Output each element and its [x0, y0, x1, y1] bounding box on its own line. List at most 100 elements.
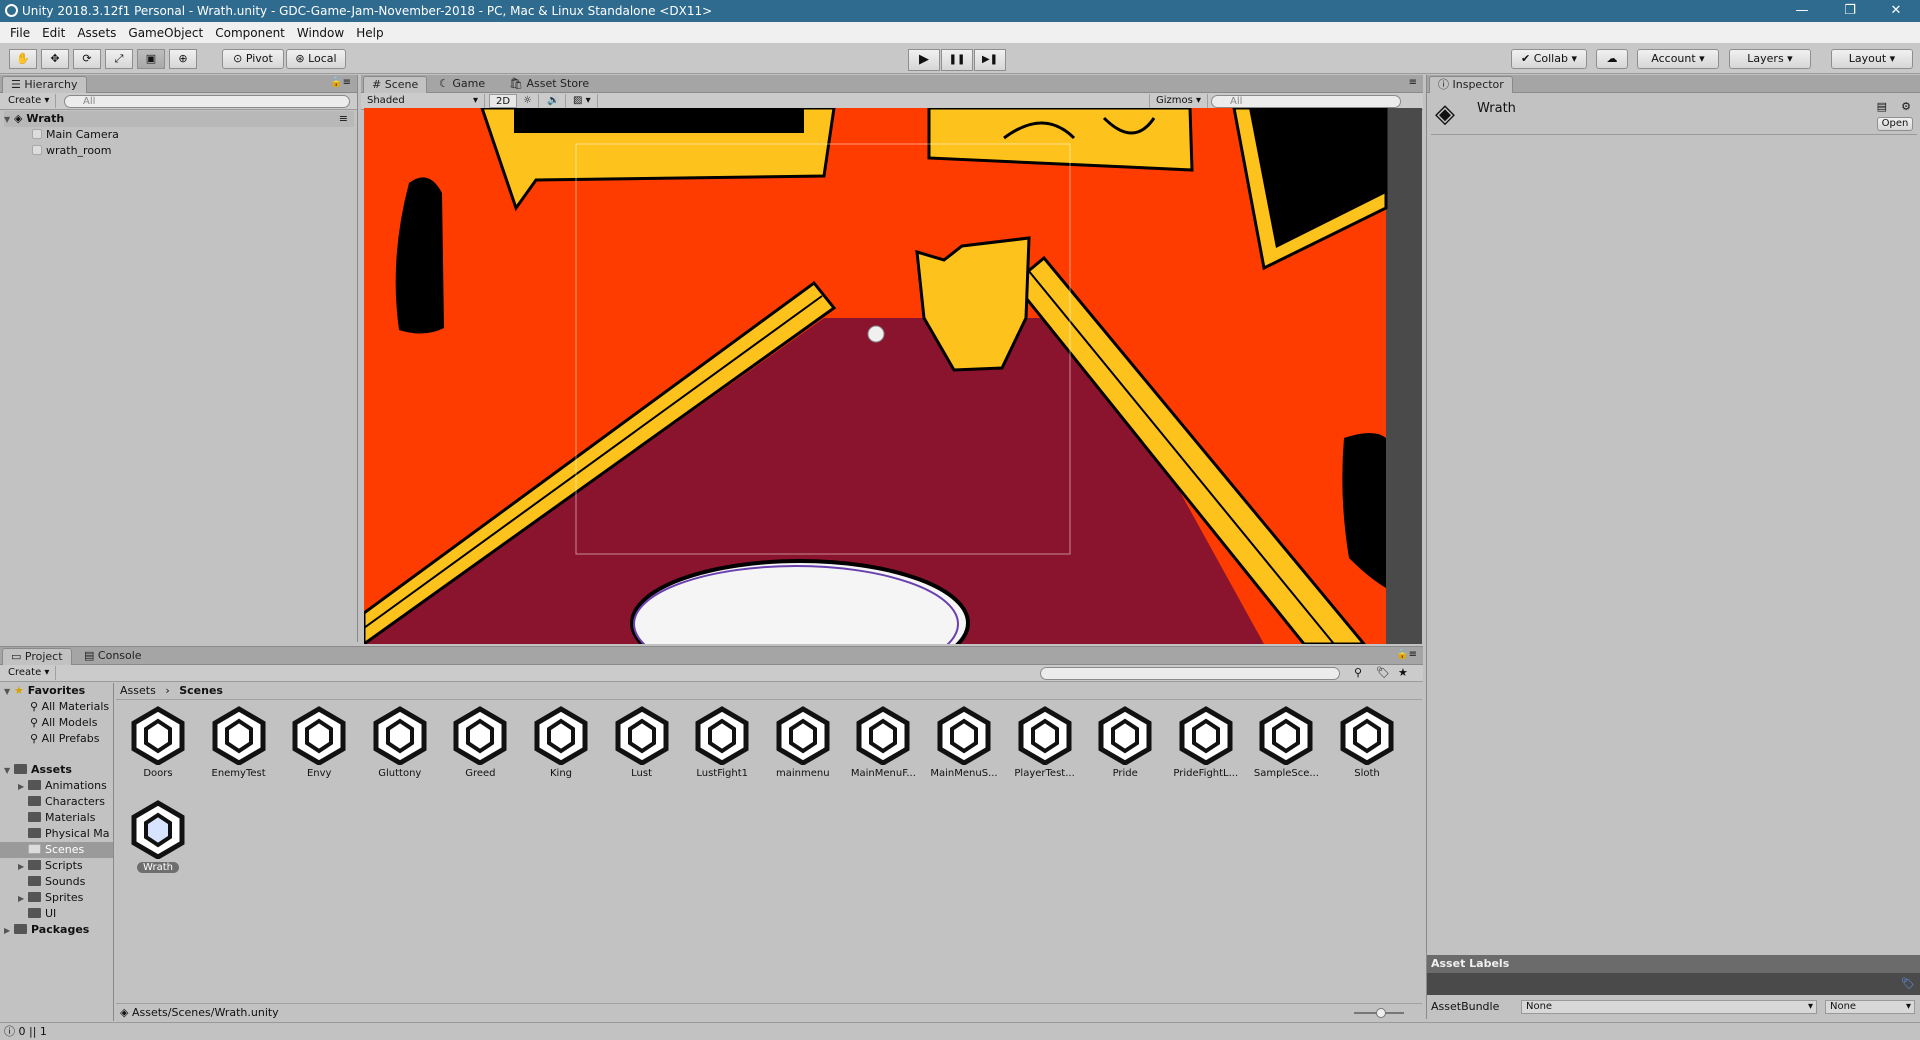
icon-size-slider-thumb[interactable] — [1376, 1008, 1386, 1018]
hand-tool-button[interactable]: ✋ — [9, 49, 37, 69]
panel-menu-icon[interactable]: 🔒≡ — [1396, 649, 1417, 660]
menu-file[interactable]: File — [4, 26, 36, 40]
project-search-input[interactable] — [1040, 667, 1340, 680]
play-button[interactable]: ▶ — [908, 49, 940, 71]
close-button[interactable]: ✕ — [1876, 0, 1916, 22]
filter-label-icon[interactable]: 🏷 — [1376, 666, 1390, 679]
expand-arrow-icon[interactable]: ▶ — [18, 859, 28, 875]
expand-arrow-icon[interactable]: ▼ — [4, 763, 14, 779]
breadcrumb-assets[interactable]: Assets — [120, 684, 156, 697]
assets-row[interactable]: ▼ Assets — [4, 762, 72, 778]
help-icon[interactable]: ▤ — [1877, 100, 1887, 113]
folder-row[interactable]: ▶ Scripts — [18, 858, 83, 874]
audio-toggle[interactable]: 🔊 — [541, 94, 567, 108]
scene-asset[interactable]: Doors — [118, 705, 198, 779]
tab-project[interactable]: ▭ Project — [2, 648, 72, 665]
expand-arrow-icon[interactable]: ▼ — [4, 684, 14, 700]
hierarchy-create-button[interactable]: Create ▾ — [2, 94, 57, 108]
transform-tool-button[interactable]: ⊕ — [169, 49, 197, 69]
folder-row[interactable]: Characters — [28, 794, 105, 810]
expand-arrow-icon[interactable]: ▶ — [4, 923, 14, 939]
variant-dropdown[interactable]: None ▾ — [1825, 1000, 1915, 1014]
panel-menu-icon[interactable]: 🔒≡ — [330, 77, 351, 88]
open-button[interactable]: Open — [1877, 117, 1913, 131]
step-button[interactable]: ▶❚ — [974, 49, 1006, 71]
scene-asset[interactable]: Sloth — [1327, 705, 1407, 779]
menu-window[interactable]: Window — [291, 26, 350, 40]
pause-button[interactable]: ❚❚ — [941, 49, 973, 71]
folder-row[interactable]: Sounds — [28, 874, 85, 890]
tab-game[interactable]: ☾ Game — [431, 76, 493, 93]
folder-row[interactable]: UI — [28, 906, 56, 922]
scale-tool-button[interactable]: ⤢ — [105, 49, 133, 69]
scene-asset[interactable]: EnemyTest — [199, 705, 279, 779]
scene-asset[interactable]: MainMenuF... — [843, 705, 923, 779]
gizmos-dropdown[interactable]: Gizmos ▾ — [1149, 94, 1209, 108]
move-tool-button[interactable]: ✥ — [41, 49, 69, 69]
hierarchy-item[interactable]: Main Camera — [32, 127, 119, 143]
account-dropdown[interactable]: Account ▾ — [1637, 49, 1719, 69]
scene-asset[interactable]: mainmenu — [763, 705, 843, 779]
cloud-button[interactable]: ☁ — [1596, 49, 1628, 69]
expand-arrow-icon[interactable]: ▼ — [4, 112, 14, 128]
rect-tool-button[interactable]: ▣ — [137, 49, 165, 69]
filter-type-icon[interactable]: ⚲ — [1354, 666, 1362, 679]
assetbundle-dropdown[interactable]: None ▾ — [1521, 1000, 1817, 1014]
lighting-toggle[interactable]: ☼ — [517, 94, 539, 108]
folder-row[interactable]: Materials — [28, 810, 95, 826]
scene-asset[interactable]: PrideFightL... — [1166, 705, 1246, 779]
scene-asset[interactable]: MainMenuS... — [924, 705, 1004, 779]
tab-console[interactable]: ▤ Console — [76, 648, 150, 665]
local-button[interactable]: ⊛ Local — [286, 49, 346, 69]
scene-viewport[interactable] — [364, 108, 1422, 644]
favorite-item[interactable]: ⚲ All Materials — [30, 699, 109, 715]
layers-dropdown[interactable]: Layers ▾ — [1729, 49, 1811, 69]
scene-asset[interactable]: Gluttony — [360, 705, 440, 779]
scene-asset[interactable]: SampleSce... — [1246, 705, 1326, 779]
maximize-button[interactable]: ❐ — [1830, 0, 1870, 22]
2d-toggle[interactable]: 2D — [489, 94, 518, 108]
rotate-tool-button[interactable]: ⟳ — [73, 49, 101, 69]
scene-asset[interactable]: Wrath — [118, 799, 198, 873]
tab-asset-store[interactable]: 🛍 Asset Store — [501, 76, 597, 93]
scene-asset[interactable]: Pride — [1085, 705, 1165, 779]
scene-search-input[interactable]: All — [1211, 95, 1401, 108]
menu-component[interactable]: Component — [209, 26, 291, 40]
folder-row[interactable]: ▶ Animations — [18, 778, 107, 794]
minimize-button[interactable]: — — [1782, 0, 1822, 22]
favorite-star-icon[interactable]: ★ — [1398, 666, 1408, 679]
scene-asset[interactable]: Lust — [602, 705, 682, 779]
menu-assets[interactable]: Assets — [71, 26, 122, 40]
expand-arrow-icon[interactable]: ▶ — [18, 779, 28, 795]
favorite-item[interactable]: ⚲ All Models — [30, 715, 97, 731]
tab-inspector[interactable]: ⓘ Inspector — [1429, 76, 1513, 93]
scene-asset[interactable]: LustFight1 — [682, 705, 762, 779]
scene-asset[interactable]: Greed — [440, 705, 520, 779]
scene-asset[interactable]: King — [521, 705, 601, 779]
favorites-row[interactable]: ▼ ★ Favorites — [4, 683, 85, 699]
hierarchy-item[interactable]: wrath_room — [32, 143, 112, 159]
camera-gizmo-icon[interactable] — [867, 325, 885, 343]
hierarchy-search-input[interactable]: All — [64, 95, 350, 108]
tag-icon[interactable]: 🏷 — [1901, 977, 1915, 990]
gear-icon[interactable]: ⚙ — [1901, 100, 1911, 113]
scene-asset[interactable]: Envy — [279, 705, 359, 779]
scene-row[interactable]: ▼ ◈ Wrath ≡ — [4, 111, 354, 127]
packages-row[interactable]: ▶ Packages — [4, 922, 89, 938]
scene-menu-icon[interactable]: ≡ — [339, 111, 348, 127]
folder-row[interactable]: ▶ Sprites — [18, 890, 83, 906]
project-create-button[interactable]: Create ▾ — [2, 666, 57, 680]
panel-menu-icon[interactable]: ≡ — [1409, 77, 1417, 88]
layout-dropdown[interactable]: Layout ▾ — [1831, 49, 1913, 69]
menu-help[interactable]: Help — [350, 26, 389, 40]
tab-scene[interactable]: # Scene — [363, 76, 428, 93]
pivot-button[interactable]: ⊙ Pivot — [222, 49, 284, 69]
menu-edit[interactable]: Edit — [36, 26, 71, 40]
favorite-item[interactable]: ⚲ All Prefabs — [30, 731, 100, 747]
folder-row-selected[interactable]: Scenes — [0, 842, 113, 858]
folder-row[interactable]: Physical Ma — [28, 826, 109, 842]
tab-hierarchy[interactable]: ☰ Hierarchy — [2, 76, 87, 93]
collab-dropdown[interactable]: ✔ Collab ▾ — [1511, 49, 1587, 69]
shading-mode-dropdown[interactable]: Shaded ▾ — [361, 94, 485, 108]
breadcrumb-scenes[interactable]: Scenes — [179, 684, 223, 697]
